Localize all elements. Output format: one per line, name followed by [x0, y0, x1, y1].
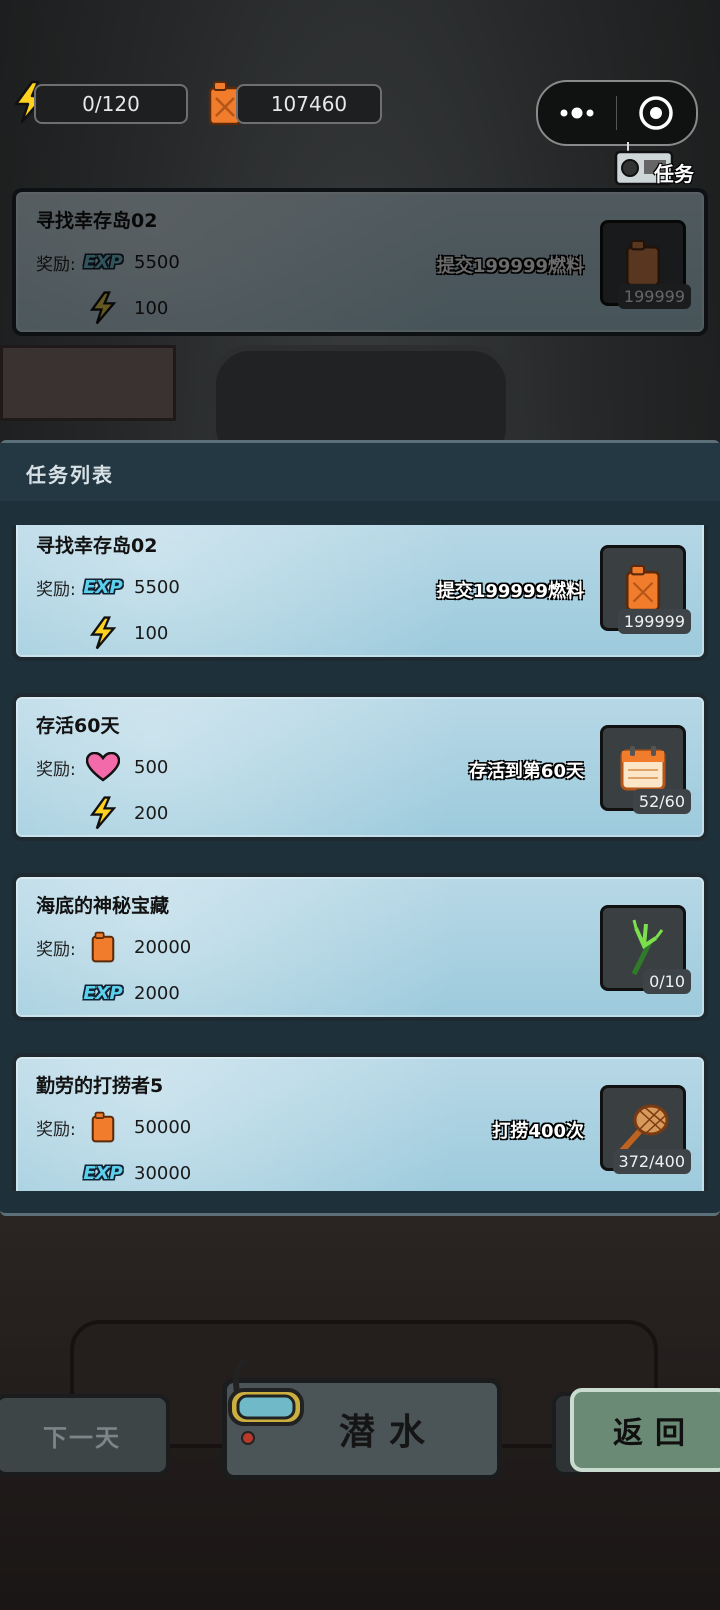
reward-value: 5500 [134, 576, 180, 598]
reward-row: EXP 5500 [82, 571, 180, 603]
item-count: 0/10 [643, 969, 691, 994]
quest-card[interactable]: 海底的神秘宝藏 奖励: 20000 EXP 2000 0/10 [12, 873, 708, 1021]
exp-icon: EXP [83, 982, 123, 1004]
quest-item-slot[interactable]: 199999 [600, 545, 691, 634]
reward-row: 200 [82, 796, 169, 830]
reward-value: 100 [134, 297, 169, 319]
reward-row: 100 [82, 616, 169, 650]
reward-label: 奖励: [36, 255, 76, 275]
panel-header: 任务列表 [0, 443, 720, 501]
quest-item-slot[interactable]: 0/10 [600, 905, 691, 994]
fuel-can-icon [625, 239, 661, 287]
quest-requirement: 提交199999燃料 [436, 581, 584, 602]
task-radio-button[interactable]: 任务 [614, 140, 706, 186]
quest-title: 寻找幸存岛02 [36, 535, 158, 557]
panel-title: 任务列表 [26, 463, 114, 487]
more-button[interactable] [538, 82, 616, 144]
reward-value: 500 [134, 756, 169, 778]
reward-label: 奖励: [36, 940, 76, 960]
reward-row: EXP 2000 [82, 977, 180, 1009]
close-miniprogram-button[interactable] [617, 82, 695, 144]
quest-title: 海底的神秘宝藏 [36, 895, 170, 917]
lightning-icon [82, 796, 124, 830]
fuel-can-icon [625, 564, 661, 612]
miniprogram-capsule [536, 80, 698, 146]
fuel-value: 107460 [270, 92, 348, 116]
item-count: 372/400 [612, 1149, 691, 1174]
exp-icon: EXP [83, 576, 123, 598]
lightning-icon [82, 291, 124, 325]
reward-value: 5500 [134, 251, 180, 273]
fuel-can-icon [82, 931, 124, 963]
background-quest-card: 寻找幸存岛02 奖励: EXP 5500 100 提交199999燃料 1999… [12, 188, 708, 336]
exp-icon: EXP [83, 1162, 123, 1184]
quest-item-slot[interactable]: 372/400 [600, 1085, 691, 1174]
quest-list[interactable]: 寻找幸存岛02 奖励: EXP 5500 100 提交199999燃料 1999… [0, 525, 720, 1191]
fuel-counter: 107460 [236, 84, 382, 124]
reward-label: 奖励: [36, 580, 76, 600]
reward-value: 2000 [134, 982, 180, 1004]
task-label: 任务 [654, 162, 694, 186]
quest-list-panel: 任务列表 寻找幸存岛02 奖励: EXP 5500 100 提交199999燃料 [0, 440, 720, 1216]
reward-row: 20000 [82, 931, 191, 963]
quest-item-slot: 199999 [600, 220, 691, 309]
reward-row: 500 [82, 751, 168, 783]
dive-label: 潜水 [338, 1412, 439, 1453]
back-label: 返回 [613, 1416, 697, 1451]
quest-title: 寻找幸存岛02 [36, 210, 158, 232]
quest-title: 存活60天 [36, 715, 120, 737]
quest-card[interactable]: 勤劳的打捞者5 奖励: 50000 EXP 30000 打捞400次 372/4… [12, 1053, 708, 1191]
quest-card[interactable]: 存活60天 奖励: 500 200 存活到第60天 52/60 [12, 693, 708, 841]
quest-requirement: 存活到第60天 [468, 761, 584, 782]
lightning-icon [82, 616, 124, 650]
back-button[interactable]: 返回 [570, 1388, 720, 1472]
more-dots-icon [560, 107, 594, 119]
reward-value: 30000 [134, 1162, 192, 1184]
quest-item-slot[interactable]: 52/60 [600, 725, 691, 814]
quest-requirement: 打捞400次 [492, 1121, 584, 1142]
background-crate [0, 345, 176, 421]
reward-label: 奖励: [36, 1120, 76, 1140]
reward-row: EXP 5500 [82, 246, 180, 278]
item-count: 52/60 [632, 789, 691, 814]
reward-row: 50000 [82, 1111, 191, 1143]
energy-value: 0/120 [82, 92, 140, 116]
exp-icon: EXP [83, 251, 123, 273]
quest-requirement: 提交199999燃料 [436, 256, 584, 277]
item-count: 199999 [617, 609, 691, 634]
energy-counter: 0/120 [34, 84, 188, 124]
next-day-button[interactable]: 下一天 [0, 1394, 170, 1476]
reward-value: 20000 [134, 936, 192, 958]
item-count: 199999 [617, 284, 691, 309]
next-day-label: 下一天 [43, 1423, 121, 1452]
fuel-can-icon [82, 1111, 124, 1143]
heart-icon [82, 751, 124, 783]
net-icon [618, 1104, 669, 1155]
reward-row: EXP 30000 [82, 1157, 191, 1189]
quest-title: 勤劳的打捞者5 [36, 1075, 164, 1097]
reward-value: 50000 [134, 1116, 192, 1138]
reward-label: 奖励: [36, 760, 76, 780]
reward-value: 100 [134, 622, 169, 644]
quest-card[interactable]: 寻找幸存岛02 奖励: EXP 5500 100 提交199999燃料 1999… [12, 525, 708, 661]
diving-mask-icon [228, 1357, 304, 1445]
reward-value: 200 [134, 802, 169, 824]
reward-row: 100 [82, 291, 169, 325]
calendar-icon [620, 746, 666, 791]
target-close-icon [639, 96, 673, 130]
